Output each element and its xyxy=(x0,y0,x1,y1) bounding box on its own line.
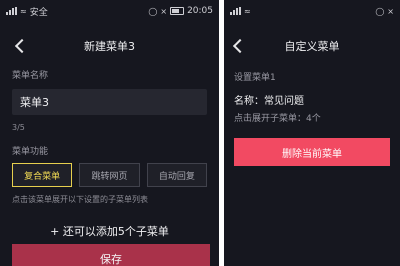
menu-name-input[interactable] xyxy=(12,89,207,115)
status-bar: ≈ 安全 ◯ ⨯ 20:05 xyxy=(0,0,219,22)
signal-icon xyxy=(6,7,17,15)
save-button[interactable]: 保存 xyxy=(12,244,210,266)
carrier-label: 安全 xyxy=(29,7,48,18)
right-phone-screen: ≈ ◯ ⨯ 自定义菜单 设置菜单1 名称：常见问题 点击展开子菜单：4个 删除当… xyxy=(224,0,400,266)
nav-bar: 新建菜单3 xyxy=(0,22,219,70)
delete-menu-button[interactable]: 删除当前菜单 xyxy=(234,138,390,166)
status-bar-right: ≈ ◯ ⨯ xyxy=(224,0,400,22)
status-time: 20:05 xyxy=(187,6,213,16)
function-hint: 点击该菜单展开以下设置的子菜单列表 xyxy=(12,195,148,204)
battery-icon xyxy=(170,7,185,15)
menu-function-label: 菜单功能 xyxy=(12,147,49,157)
setting-menu-label: 设置菜单1 xyxy=(234,73,276,83)
submenu-count: 点击展开子菜单：4个 xyxy=(234,114,321,124)
alarm-icon: ◯ xyxy=(375,6,385,16)
mute-icon: ⨯ xyxy=(160,6,168,16)
option-compound-menu[interactable]: 复合菜单 xyxy=(12,163,73,187)
signal-icon xyxy=(230,7,241,15)
back-chevron-icon xyxy=(14,38,30,54)
option-auto-reply[interactable]: 自动回复 xyxy=(146,163,207,187)
option-jump-webpage[interactable]: 跳转网页 xyxy=(79,163,140,187)
back-chevron-icon xyxy=(232,38,248,54)
nav-bar-right: 自定义菜单 xyxy=(224,22,400,70)
add-submenu-button[interactable]: + 还可以添加5个子菜单 xyxy=(0,223,219,239)
back-button-right[interactable] xyxy=(228,36,248,56)
page-title: 新建菜单3 xyxy=(84,40,135,53)
function-options: 复合菜单 跳转网页 自动回复 xyxy=(0,163,219,187)
page-title-right: 自定义菜单 xyxy=(284,40,340,53)
mute-icon: ⨯ xyxy=(387,6,394,16)
left-phone-screen: ≈ 安全 ◯ ⨯ 20:05 新建菜单3 菜单名称 3/5 菜单功能 复合菜单 … xyxy=(0,0,219,266)
alarm-icon: ◯ xyxy=(148,6,158,16)
wifi-icon: ≈ xyxy=(20,6,27,16)
wifi-icon: ≈ xyxy=(244,6,251,16)
char-count: 3/5 xyxy=(12,123,25,132)
menu-name-line: 名称：常见问题 xyxy=(234,96,304,107)
back-button[interactable] xyxy=(10,36,30,56)
